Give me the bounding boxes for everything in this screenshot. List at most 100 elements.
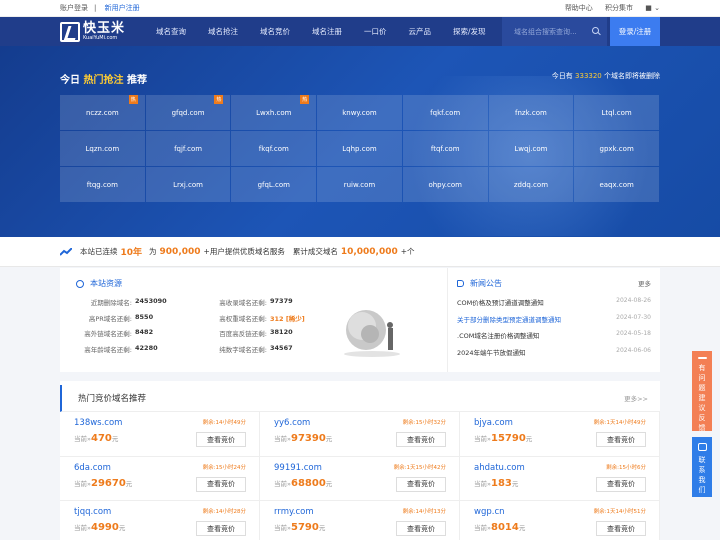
view-bid-button[interactable]: 查看竞价 xyxy=(596,476,646,492)
news-item[interactable]: .COM域名注册价格调整通知 2024-05-18 xyxy=(457,330,651,347)
resource-row: 高外链域名还剩: 8482 xyxy=(76,328,211,344)
hero-title: 今日 热门抢注 推荐 xyxy=(60,71,147,86)
hot-domain-cell[interactable]: fnzk.com xyxy=(488,95,574,130)
nav-item[interactable]: 域名注册 xyxy=(312,26,342,37)
auction-price: 15790 xyxy=(490,433,526,444)
price-unit: 元 xyxy=(518,524,526,532)
globe-icon xyxy=(76,279,84,288)
resource-value[interactable]: 34567 xyxy=(270,344,293,360)
hot-domain-cell[interactable]: gfqL.com xyxy=(231,167,317,202)
resource-value[interactable]: 8482 xyxy=(135,328,153,344)
hot-domain-cell[interactable]: fkqf.com xyxy=(231,131,317,166)
nav-item[interactable]: 域名抢注 xyxy=(208,26,238,37)
count-post: 个域名即将被删除 xyxy=(604,72,660,80)
resource-label: 近期删除域名: xyxy=(90,299,132,307)
hot-domain-cell[interactable]: ftqf.com xyxy=(402,131,488,166)
hot-domain-cell[interactable]: nczz.com 热 xyxy=(60,95,145,130)
points-link[interactable]: 积分集市 xyxy=(605,4,633,12)
hot-domain-name: fnzk.com xyxy=(515,108,547,117)
news-item[interactable]: 关于部分删除类型预定通道调整通知 2024-07-30 xyxy=(457,314,651,331)
view-bid-button[interactable]: 查看竞价 xyxy=(196,432,246,447)
nav-item[interactable]: 一口价 xyxy=(364,26,387,37)
logo[interactable]: 快玉米 KuaiYuMi.com xyxy=(60,21,156,42)
hot-domain-cell[interactable]: fqkf.com xyxy=(402,95,488,130)
hot-domain-cell[interactable]: eaqx.com xyxy=(574,167,659,202)
hot-domain-name: Lwqj.com xyxy=(514,144,548,153)
hot-domain-cell[interactable]: Lrxj.com xyxy=(145,167,231,202)
hot-domain-cell[interactable]: ohpy.com xyxy=(402,167,488,202)
hot-domain-name: Lqzn.com xyxy=(85,144,120,153)
hot-domain-cell[interactable]: gpxk.com xyxy=(574,131,659,166)
view-bid-button[interactable]: 查看竞价 xyxy=(196,521,246,536)
news-date: 2024-05-18 xyxy=(616,330,651,337)
search-input[interactable]: 域名组合搜索查询... xyxy=(502,17,607,46)
hot-domain-cell[interactable]: Lwxh.com 热 xyxy=(231,95,317,130)
news-item[interactable]: 2024年端午节放假通知 2024-06-06 xyxy=(457,347,651,364)
auction-card: tjqq.com 剩余:14小时28分 当前»4990元 查看竞价 xyxy=(60,501,260,540)
view-bid-button[interactable]: 查看竞价 xyxy=(596,521,646,536)
price-unit: 元 xyxy=(325,435,333,443)
hot-domain-name: ftqf.com xyxy=(430,144,460,153)
auction-time-left: 剩余:1天15小时42分 xyxy=(393,464,446,471)
register-link[interactable]: 新用户注册 xyxy=(105,4,140,12)
hot-domain-cell[interactable]: gfqd.com 热 xyxy=(145,95,231,130)
language-flag-icon[interactable]: ■ ⌄ xyxy=(645,4,660,12)
view-bid-button[interactable]: 查看竞价 xyxy=(596,432,646,447)
logo-icon xyxy=(60,21,80,42)
hot-domain-cell[interactable]: fqjf.com xyxy=(145,131,231,166)
view-bid-button[interactable]: 查看竞价 xyxy=(196,476,246,492)
stats-t5: +个 xyxy=(400,247,415,256)
resource-value[interactable]: 38120 xyxy=(270,328,293,344)
resource-value[interactable]: 8550 xyxy=(135,313,153,329)
stats-users: 900,000 xyxy=(159,246,201,257)
price-label: 当前» xyxy=(274,435,291,443)
help-link[interactable]: 帮助中心 xyxy=(565,4,593,12)
contact-label: 联系我们 xyxy=(698,456,706,494)
hot-domain-cell[interactable]: knwy.com xyxy=(317,95,402,130)
view-bid-button[interactable]: 查看竞价 xyxy=(396,476,446,492)
login-register-button[interactable]: 登录/注册 xyxy=(610,17,660,46)
resource-row: 近期删除域名: 2453090 xyxy=(76,297,211,313)
login-link[interactable]: 账户登录 xyxy=(60,4,88,12)
auction-price: 68800 xyxy=(290,477,326,489)
resource-label: 高收录域名还剩: xyxy=(219,299,267,307)
nav-item[interactable]: 域名查询 xyxy=(156,26,186,37)
search-icon[interactable] xyxy=(592,27,599,34)
view-bid-button[interactable]: 查看竞价 xyxy=(396,521,446,536)
hot-domain-cell[interactable]: Lqhp.com xyxy=(317,131,402,166)
resource-label: 高外链域名还剩: xyxy=(84,330,132,338)
news-date: 2024-07-30 xyxy=(616,313,651,321)
resource-value[interactable]: 312 [稀少] xyxy=(270,313,305,329)
auction-time-left: 剩余:14小时49分 xyxy=(202,420,246,426)
search-placeholder: 域名组合搜索查询... xyxy=(514,27,577,36)
nav-item[interactable]: 探索/发现 xyxy=(453,26,486,37)
auction-title: 热门竞价域名推荐 xyxy=(78,394,147,404)
hot-domain-cell[interactable]: Lwqj.com xyxy=(488,131,574,166)
resource-value[interactable]: 42280 xyxy=(135,344,158,360)
resource-value[interactable]: 97379 xyxy=(270,297,293,313)
news-more-link[interactable]: 更多 xyxy=(638,278,651,289)
hot-domain-cell[interactable]: zddq.com xyxy=(488,167,574,202)
nav-item[interactable]: 域名竞价 xyxy=(260,26,290,37)
feedback-float-button[interactable]: 有问题建议反馈 xyxy=(692,351,712,432)
auction-more-link[interactable]: 更多>> xyxy=(624,393,648,403)
news-item[interactable]: COM价格及预订通道调整通知 2024-08-26 xyxy=(457,297,651,314)
contact-float-button[interactable]: 联系我们 xyxy=(692,437,712,497)
resources-title: 本站资源 xyxy=(90,279,122,288)
auction-time-left: 剩余:14小时13分 xyxy=(402,509,446,515)
nav-item[interactable]: 云产品 xyxy=(409,26,432,37)
hot-domain-cell[interactable]: Lqzn.com xyxy=(60,131,145,166)
resource-value[interactable]: 2453090 xyxy=(135,297,167,313)
auction-card: 138ws.com 剩余:14小时49分 当前»470元 查看竞价 xyxy=(60,412,260,457)
hot-domain-cell[interactable]: ftqg.com xyxy=(60,167,145,202)
hot-domain-cell[interactable]: Ltql.com xyxy=(574,95,659,130)
stats-years: 10年 xyxy=(120,248,143,258)
data-ball-illustration-icon xyxy=(344,310,400,357)
price-unit: 元 xyxy=(325,479,333,488)
auction-panel: 热门竞价域名推荐 更多>> 138ws.com 剩余:14小时49分 当前»470元… xyxy=(60,381,660,540)
info-panels: 本站资源 近期删除域名: 2453090 高PR域名还剩: 8550 高外链域名还剩: 8… xyxy=(60,268,660,372)
auction-card: rrmy.com 剩余:14小时13分 当前»5790元 查看竞价 xyxy=(260,501,460,540)
hot-domain-name: fqjf.com xyxy=(174,144,203,153)
hot-domain-cell[interactable]: ruiw.com xyxy=(317,167,402,202)
view-bid-button[interactable]: 查看竞价 xyxy=(396,432,446,447)
